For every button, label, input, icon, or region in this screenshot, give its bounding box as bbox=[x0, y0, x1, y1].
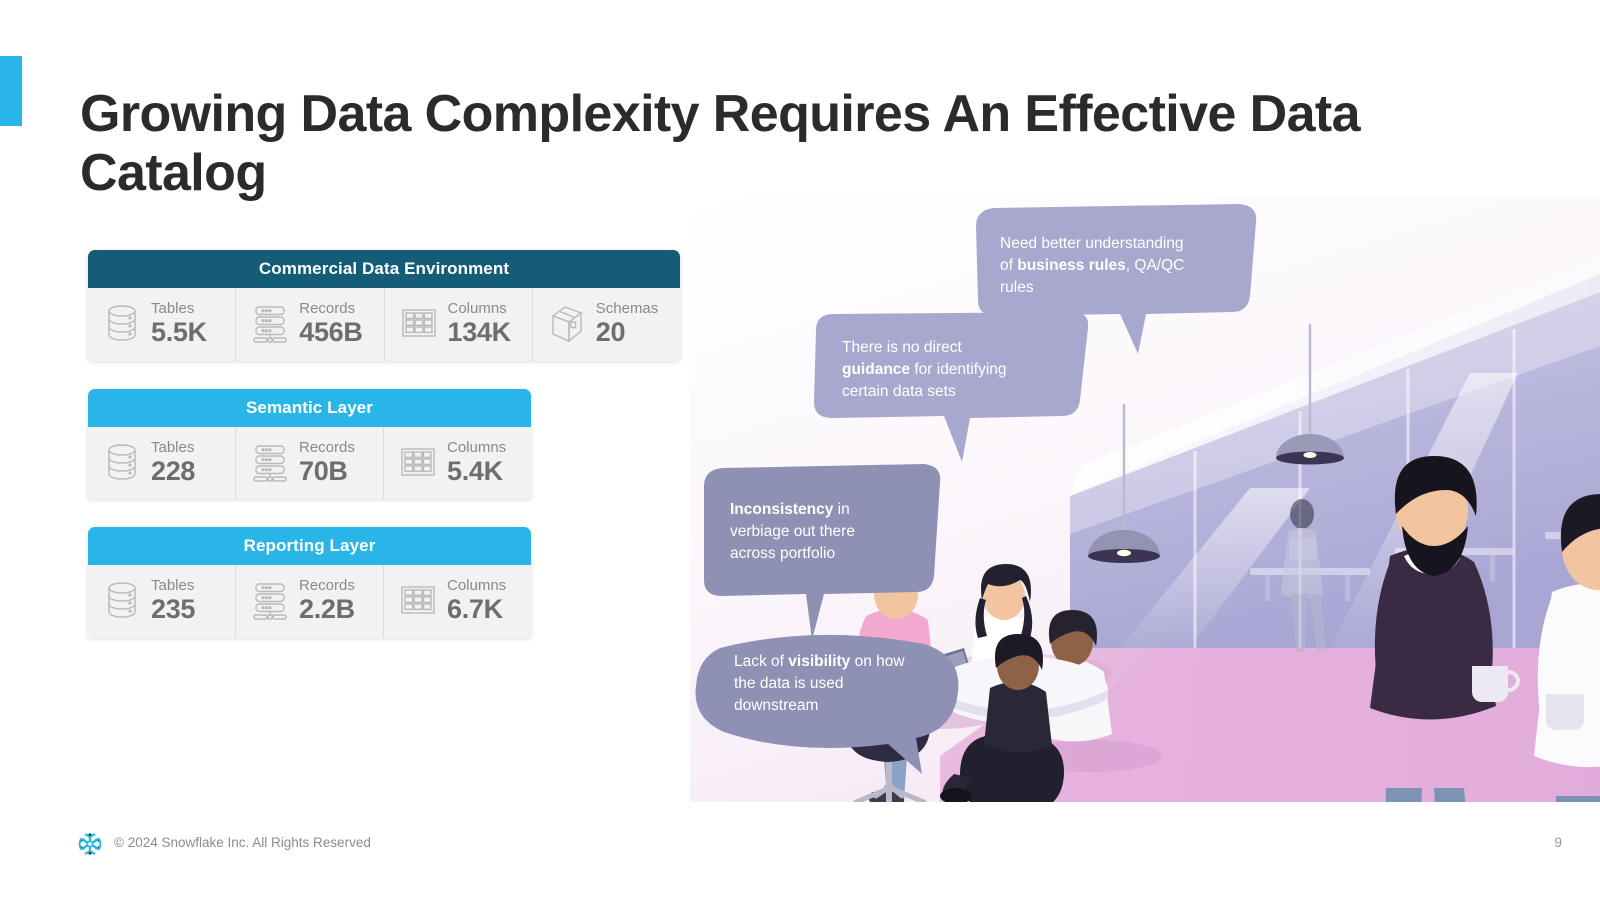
coffee-cup-right bbox=[1546, 694, 1584, 730]
metric-label: Tables bbox=[151, 300, 195, 317]
metric-label: Columns bbox=[447, 577, 507, 595]
table-grid-icon bbox=[398, 578, 438, 622]
metric-value: 235 bbox=[151, 594, 196, 625]
server-rack-icon bbox=[250, 578, 290, 622]
metric-text: Columns 5.4K bbox=[447, 439, 506, 486]
metric-columns: Columns 5.4K bbox=[384, 427, 531, 500]
metric-value: 20 bbox=[595, 317, 626, 348]
metric-records: Records 2.2B bbox=[236, 565, 384, 638]
metric-value: 5.4K bbox=[447, 455, 503, 486]
metric-tables: Tables 5.5K bbox=[88, 288, 237, 361]
metric-value: 134K bbox=[447, 317, 512, 348]
server-rack-icon bbox=[250, 440, 290, 484]
office-meeting-illustration: Need better understanding of business rul… bbox=[690, 196, 1600, 802]
metric-value: 456B bbox=[299, 317, 363, 348]
stats-panel: Commercial Data Environment Tables5.5K bbox=[88, 250, 688, 666]
stat-card-metrics: Tables 228 Records 70B Columns 5.4K bbox=[88, 426, 531, 500]
stat-card-title: Commercial Data Environment bbox=[88, 250, 680, 288]
title-accent-bar bbox=[0, 56, 22, 126]
metric-label: Tables bbox=[151, 438, 195, 456]
metric-columns: Columns 6.7K bbox=[384, 565, 531, 638]
metric-value: 228 bbox=[151, 455, 196, 486]
server-rack-icon bbox=[250, 301, 290, 345]
metric-text: Tables 228 bbox=[151, 439, 195, 486]
database-icon bbox=[102, 440, 142, 484]
metric-text: Columns 134K bbox=[447, 300, 512, 348]
metric-records: Records 456B bbox=[236, 288, 385, 361]
metric-records: Records 70B bbox=[236, 426, 384, 500]
metric-label: Records bbox=[299, 438, 355, 456]
table-grid-icon bbox=[398, 440, 438, 484]
metric-text: Schemas 20 bbox=[596, 300, 659, 347]
metric-label: Records bbox=[299, 300, 356, 317]
snowflake-logo bbox=[76, 830, 104, 858]
metric-label: Schemas bbox=[595, 300, 659, 317]
table-grid-icon bbox=[399, 301, 439, 345]
metric-tables: Tables 228 bbox=[88, 426, 236, 500]
metric-label: Columns bbox=[447, 438, 507, 456]
metric-value: 5.5K bbox=[151, 317, 207, 348]
metric-label: Tables bbox=[151, 577, 195, 595]
database-icon bbox=[102, 301, 142, 345]
stat-card-title: Semantic Layer bbox=[88, 388, 531, 427]
metric-text: Records 70B bbox=[299, 439, 355, 486]
metric-value: 2.2B bbox=[299, 594, 355, 625]
metric-value: 70B bbox=[299, 455, 348, 486]
stat-card: Reporting Layer Tables 235 Records 2.2B … bbox=[88, 527, 531, 638]
stat-card-metrics: Tables 5.5K Records 456B Columns 134K Sc… bbox=[88, 288, 680, 361]
box-icon bbox=[547, 301, 587, 345]
metric-tables: Tables 235 bbox=[88, 565, 236, 638]
metric-value: 6.7K bbox=[447, 594, 503, 625]
metric-text: Records 456B bbox=[299, 300, 363, 348]
page-title: Growing Data Complexity Requires An Effe… bbox=[80, 84, 1361, 202]
metric-text: Tables 5.5K bbox=[151, 300, 207, 347]
metric-schemas: Schemas 20 bbox=[533, 288, 680, 361]
stat-card: Commercial Data Environment Tables5.5K bbox=[88, 250, 680, 361]
stat-card-metrics: Tables 235 Records 2.2B Columns 6.7K bbox=[88, 565, 531, 638]
stat-card-title: Reporting Layer bbox=[88, 527, 531, 566]
metric-text: Records 2.2B bbox=[299, 577, 355, 624]
metric-text: Columns 6.7K bbox=[447, 577, 506, 624]
footer-copyright: © 2024 Snowflake Inc. All Rights Reserve… bbox=[114, 835, 371, 850]
metric-text: Tables 235 bbox=[151, 577, 195, 624]
stat-card: Semantic Layer Tables 228 Records 70B Co… bbox=[88, 388, 531, 500]
metric-label: Columns bbox=[447, 300, 507, 317]
metric-label: Records bbox=[299, 577, 355, 595]
database-icon bbox=[102, 578, 142, 622]
page-number: 9 bbox=[1554, 834, 1562, 850]
metric-columns: Columns 134K bbox=[385, 288, 533, 361]
